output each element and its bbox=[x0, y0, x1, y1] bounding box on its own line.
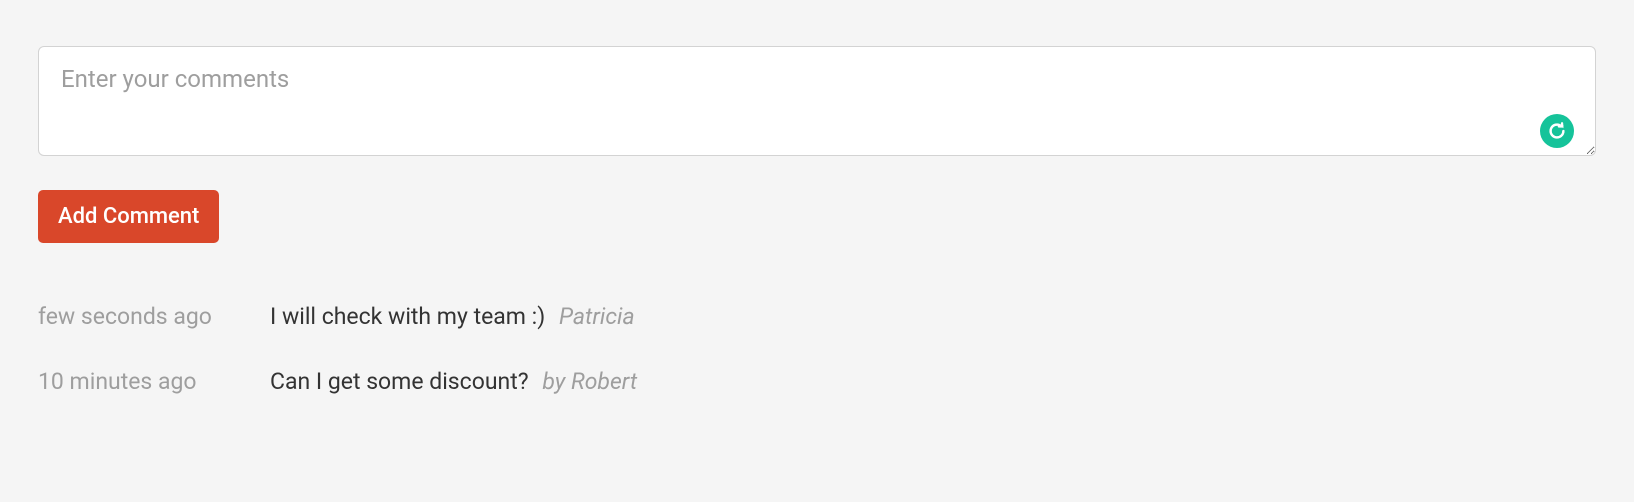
comment-text: Can I get some discount? bbox=[270, 368, 529, 395]
comments-list: few seconds ago I will check with my tea… bbox=[38, 303, 1596, 395]
comment-body: I will check with my team :) Patricia bbox=[270, 303, 635, 330]
comment-text: I will check with my team :) bbox=[270, 303, 545, 330]
comment-body: Can I get some discount? by Robert bbox=[270, 368, 637, 395]
comment-input[interactable] bbox=[38, 46, 1596, 156]
grammarly-icon[interactable] bbox=[1540, 114, 1574, 148]
comment-row: few seconds ago I will check with my tea… bbox=[38, 303, 1596, 330]
comment-timestamp: 10 minutes ago bbox=[38, 368, 270, 395]
comment-author: by Robert bbox=[542, 368, 637, 395]
comment-input-wrapper bbox=[38, 46, 1596, 160]
comment-author: Patricia bbox=[559, 303, 635, 330]
add-comment-button[interactable]: Add Comment bbox=[38, 190, 219, 243]
comment-timestamp: few seconds ago bbox=[38, 303, 270, 330]
comment-row: 10 minutes ago Can I get some discount? … bbox=[38, 368, 1596, 395]
